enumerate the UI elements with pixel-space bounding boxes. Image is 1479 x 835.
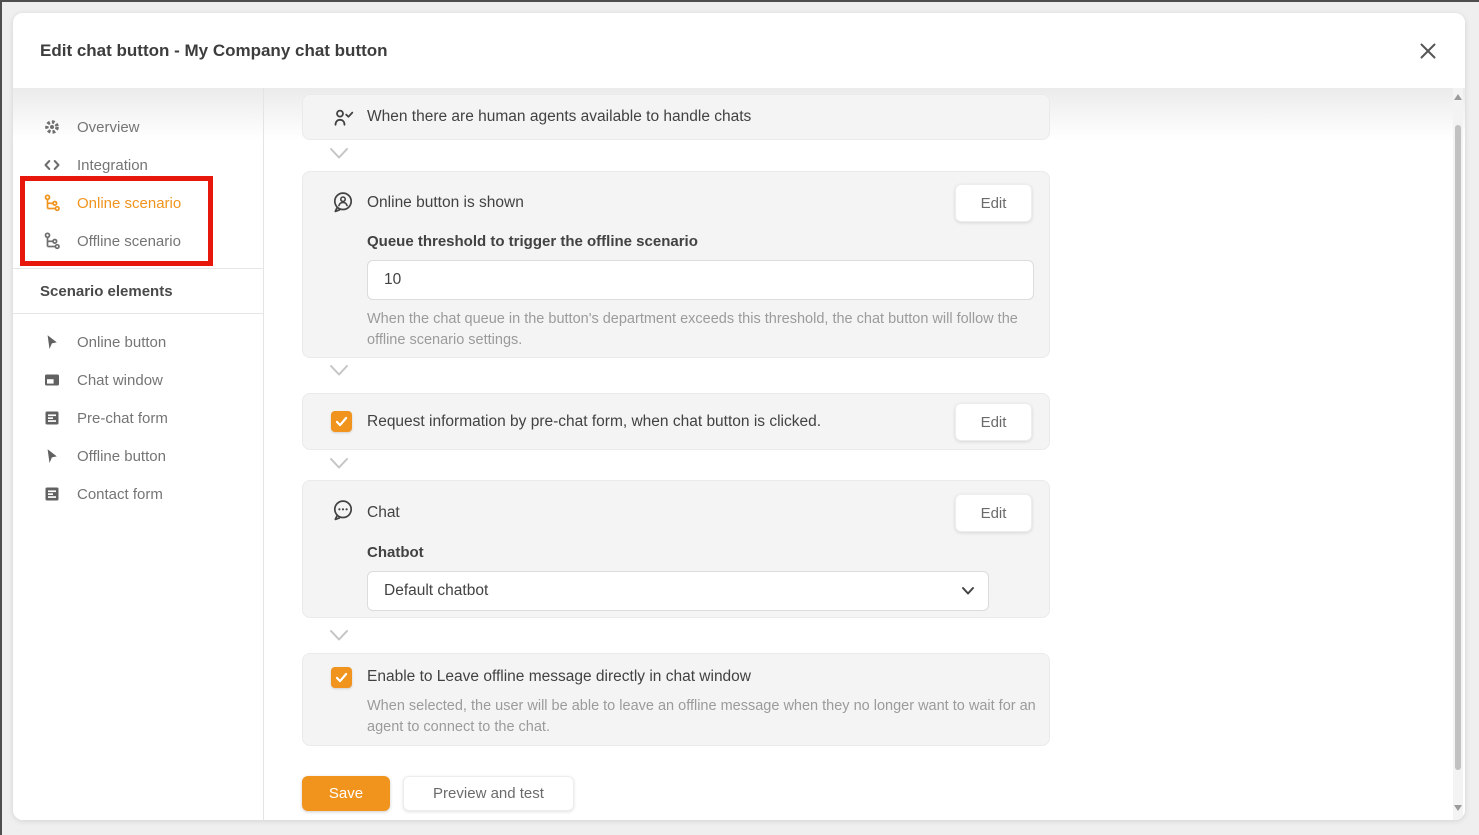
chat-card: Chat Edit Chatbot Default chatbot (302, 480, 1050, 618)
vertical-scrollbar[interactable] (1453, 88, 1463, 820)
scroll-up-arrow-icon[interactable] (1454, 94, 1462, 100)
sidebar-item-prechat-form[interactable]: Pre-chat form (13, 399, 263, 437)
chatbot-select[interactable]: Default chatbot (367, 571, 989, 611)
edit-online-button[interactable]: Edit (955, 184, 1032, 222)
scrollbar-thumb[interactable] (1455, 125, 1461, 770)
sidebar-item-contact-form[interactable]: Contact form (13, 475, 263, 513)
save-button[interactable]: Save (302, 776, 390, 811)
person-bubble-icon (331, 190, 355, 214)
sidebar-divider (13, 313, 263, 314)
sidebar-item-online-button[interactable]: Online button (13, 323, 263, 361)
chevron-down-icon (329, 364, 349, 377)
queue-threshold-help: When the chat queue in the button's depa… (367, 309, 1027, 351)
screenshot-root: { "dialog": { "title": "Edit chat button… (0, 0, 1479, 835)
window-icon (43, 371, 61, 389)
close-icon[interactable] (1413, 36, 1443, 66)
preview-and-test-button[interactable]: Preview and test (403, 776, 574, 811)
dialog-title: Edit chat button - My Company chat butto… (40, 41, 1413, 61)
form-icon (43, 485, 61, 503)
edit-chat-button-dialog: Edit chat button - My Company chat butto… (13, 13, 1465, 820)
prechat-checkbox[interactable] (331, 411, 352, 432)
queue-threshold-label: Queue threshold to trigger the offline s… (367, 233, 698, 250)
prechat-form-card: Request information by pre-chat form, wh… (302, 393, 1050, 450)
chatbot-select-value: Default chatbot (384, 582, 488, 600)
chevron-down-icon (961, 586, 975, 596)
sidebar-item-chat-window[interactable]: Chat window (13, 361, 263, 399)
scenario-tree-icon (43, 194, 61, 212)
offline-message-text: Enable to Leave offline message directly… (367, 668, 751, 686)
code-icon (43, 156, 61, 174)
chat-dots-icon (331, 498, 355, 522)
agents-available-card: When there are human agents available to… (302, 94, 1050, 140)
sidebar-section-header: Scenario elements (40, 283, 173, 300)
check-icon (334, 414, 349, 429)
sidebar-item-online-scenario[interactable]: Online scenario (13, 184, 263, 222)
queue-threshold-input[interactable] (367, 260, 1034, 300)
edit-prechat-button[interactable]: Edit (955, 403, 1032, 441)
pointer-icon (43, 333, 61, 351)
offline-message-checkbox[interactable] (331, 667, 352, 688)
sidebar-item-integration[interactable]: Integration (13, 146, 263, 184)
gear-icon (43, 118, 61, 136)
offline-message-help: When selected, the user will be able to … (367, 696, 1047, 738)
sidebar: Overview Integration (13, 88, 264, 820)
online-button-card-title: Online button is shown (367, 194, 524, 212)
sidebar-item-overview[interactable]: Overview (13, 108, 263, 146)
check-icon (334, 670, 349, 685)
chevron-down-icon (329, 629, 349, 642)
chevron-down-icon (329, 457, 349, 470)
chat-card-title: Chat (367, 504, 400, 522)
edit-chat-button[interactable]: Edit (955, 494, 1032, 532)
dialog-header: Edit chat button - My Company chat butto… (13, 13, 1465, 88)
dialog-body: Overview Integration (13, 88, 1465, 820)
offline-message-card: Enable to Leave offline message directly… (302, 653, 1050, 746)
person-check-icon (331, 106, 355, 130)
pointer-icon (43, 447, 61, 465)
online-button-card: Online button is shown Edit Queue thresh… (302, 171, 1050, 358)
form-icon (43, 409, 61, 427)
prechat-card-text: Request information by pre-chat form, wh… (367, 413, 821, 431)
scroll-down-arrow-icon[interactable] (1454, 805, 1462, 811)
scenario-settings-panel: When there are human agents available to… (264, 88, 1465, 820)
sidebar-divider (13, 268, 263, 269)
sidebar-item-offline-scenario[interactable]: Offline scenario (13, 222, 263, 260)
scenario-tree-icon (43, 232, 61, 250)
sidebar-item-offline-button[interactable]: Offline button (13, 437, 263, 475)
chatbot-label: Chatbot (367, 544, 424, 561)
agents-available-text: When there are human agents available to… (367, 108, 751, 126)
chevron-down-icon (329, 147, 349, 160)
